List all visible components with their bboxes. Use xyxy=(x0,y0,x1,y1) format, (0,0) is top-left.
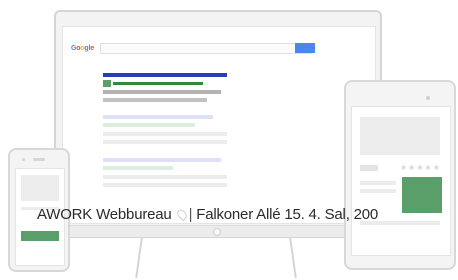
result-snippet-line xyxy=(103,90,221,94)
rating-stars-icon: ★★★★★ xyxy=(400,163,441,172)
logo-letter: e xyxy=(90,45,94,52)
caption-separator: | xyxy=(188,206,193,223)
result-title-bar xyxy=(103,115,213,119)
result-url-bar xyxy=(103,123,195,127)
monitor-stand-left xyxy=(135,238,143,278)
tablet-hero-block xyxy=(360,117,440,155)
desktop-monitor-illustration: Google xyxy=(54,10,382,238)
result-url-bar xyxy=(103,166,173,170)
result-snippet-line xyxy=(103,183,227,187)
result-url-bar xyxy=(113,82,203,85)
phone-speaker xyxy=(33,158,45,161)
company-name: AWORK Webbureau xyxy=(37,206,172,223)
monitor-screen: Google xyxy=(62,26,376,224)
location-pin-icon xyxy=(174,207,189,222)
result-snippet-line xyxy=(103,140,227,144)
tablet-camera xyxy=(426,96,430,100)
result-title-bar xyxy=(103,73,227,77)
search-button-illustration xyxy=(295,43,315,53)
monitor-stand-right xyxy=(289,238,297,278)
search-bar-illustration xyxy=(100,43,312,54)
tablet-text-line xyxy=(360,189,396,193)
company-address: Falkoner Allé 15. 4. Sal, 200 xyxy=(196,206,379,223)
result-snippet-line xyxy=(103,98,207,102)
phone-image-block xyxy=(21,231,59,241)
company-caption: AWORK Webbureau | Falkoner Allé 15. 4. Sa… xyxy=(37,206,378,223)
result-snippet-line xyxy=(103,132,227,136)
tablet-image-block xyxy=(402,177,442,213)
phone-hero-block xyxy=(21,175,59,201)
result-snippet-line xyxy=(103,175,227,179)
tablet-text-line xyxy=(360,165,378,171)
result-title-bar xyxy=(103,158,221,162)
monitor-logo-dot xyxy=(213,228,221,236)
phone-camera xyxy=(22,158,25,161)
tablet-screen: ★★★★★ xyxy=(351,106,451,256)
result-favicon xyxy=(103,80,111,87)
tablet-illustration: ★★★★★ xyxy=(344,80,456,270)
tablet-text-line xyxy=(360,181,396,185)
google-logo: Google xyxy=(71,45,94,52)
